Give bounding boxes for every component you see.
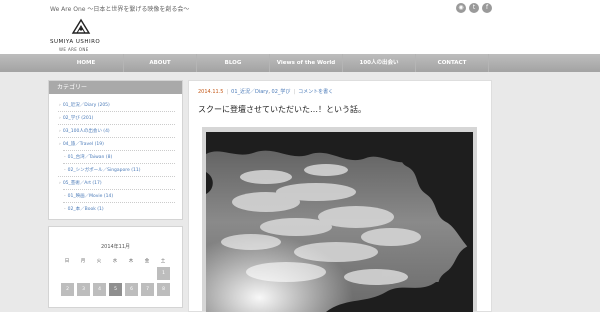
category-item[interactable]: › 02_学び (201) (59, 115, 93, 121)
divider (63, 150, 175, 151)
category-item[interactable]: › 04_旅／Travel (19) (59, 141, 104, 147)
post-date: 2014.11.5 (198, 89, 224, 95)
nav-about[interactable]: ABOUT (123, 54, 196, 72)
divider (58, 111, 175, 112)
category-item[interactable]: › 03_100人の出会い (4) (59, 128, 110, 134)
comment-link[interactable]: コメントを書く (298, 89, 333, 95)
nav-contact[interactable]: CONTACT (415, 54, 488, 72)
divider (58, 137, 175, 138)
calendar-day[interactable]: 7 (141, 283, 154, 296)
blog-post: 2014.11.5 | 01_近況／Diary, 02_学び | コメントを書く スクー… (188, 80, 492, 312)
logo-subtitle: WE ARE ONE (59, 47, 89, 52)
divider (58, 124, 175, 125)
nav-blog[interactable]: BLOG (196, 54, 269, 72)
calendar-weekday: 土 (160, 259, 166, 264)
divider (58, 176, 175, 177)
calendar-weekday: 金 (144, 259, 150, 264)
site-logo[interactable]: SUMIYA USHIRO WE ARE ONE (50, 18, 120, 54)
divider (63, 163, 175, 164)
post-meta: 2014.11.5 | 01_近況／Diary, 02_学び | コメントを書く (198, 89, 334, 95)
calendar-weekday: 日 (64, 259, 70, 264)
nav-views-of-the-world[interactable]: Views of the World (269, 54, 342, 72)
calendar-widget: 2014年11月 日 月 火 水 木 金 土 1 2 3 4 5 6 7 8 (48, 226, 183, 308)
calendar-day[interactable]: 4 (93, 283, 106, 296)
categories-title: カテゴリー (49, 81, 182, 94)
facebook-icon[interactable]: f (482, 3, 492, 13)
calendar-day[interactable]: 5 (109, 283, 122, 296)
sky-trees-photo (206, 132, 473, 312)
category-subitem[interactable]: -02_本／Book (1) (64, 206, 104, 212)
nav-spacer (488, 54, 551, 72)
category-subitem[interactable]: -02_シンガポール／Singapore (11) (64, 167, 140, 173)
main-nav: HOME ABOUT BLOG Views of the World 100人の… (0, 54, 600, 72)
nav-100-encounters[interactable]: 100人の出会い (342, 54, 415, 72)
post-image-frame (202, 127, 477, 312)
nav-home[interactable]: HOME (50, 54, 122, 72)
calendar-weekday: 水 (112, 259, 118, 264)
calendar-weekday: 月 (80, 259, 86, 264)
twitter-icon[interactable]: t (469, 3, 479, 13)
calendar-day[interactable]: 1 (157, 267, 170, 280)
post-title: スクーに登壇させていただいた…！という話。 (198, 105, 366, 114)
categories-widget: カテゴリー › 01_近況／Diary (205) › 02_学び (201) › 0… (48, 80, 183, 220)
calendar-weekday: 木 (128, 259, 134, 264)
category-subitem[interactable]: -01_映画／Movie (14) (64, 193, 113, 199)
calendar-day[interactable]: 8 (157, 283, 170, 296)
calendar-day[interactable]: 6 (125, 283, 138, 296)
site-tagline: We Are One 〜日本と世界を繋げる映像を創る会〜 (50, 6, 190, 13)
logo-name: SUMIYA USHIRO (50, 39, 101, 45)
calendar-weekday: 火 (96, 259, 102, 264)
post-category-link[interactable]: 02_学び (272, 89, 291, 95)
calendar-title: 2014年11月 (100, 244, 131, 250)
category-item[interactable]: › 01_近況／Diary (205) (59, 102, 110, 108)
post-category-link[interactable]: 01_近況／Diary (231, 89, 268, 95)
divider (63, 189, 175, 190)
logo-mark-icon (71, 18, 91, 34)
calendar-day[interactable]: 3 (77, 283, 90, 296)
category-item[interactable]: › 05_芸術／Art (17) (59, 180, 102, 186)
divider (63, 202, 175, 203)
rss-icon[interactable]: ◉ (456, 3, 466, 13)
category-subitem[interactable]: -01_台湾／Taiwan (8) (64, 154, 112, 160)
top-bar: We Are One 〜日本と世界を繋げる映像を創る会〜 ◉ t f (0, 0, 600, 16)
calendar-day[interactable]: 2 (61, 283, 74, 296)
social-links: ◉ t f (456, 3, 492, 13)
